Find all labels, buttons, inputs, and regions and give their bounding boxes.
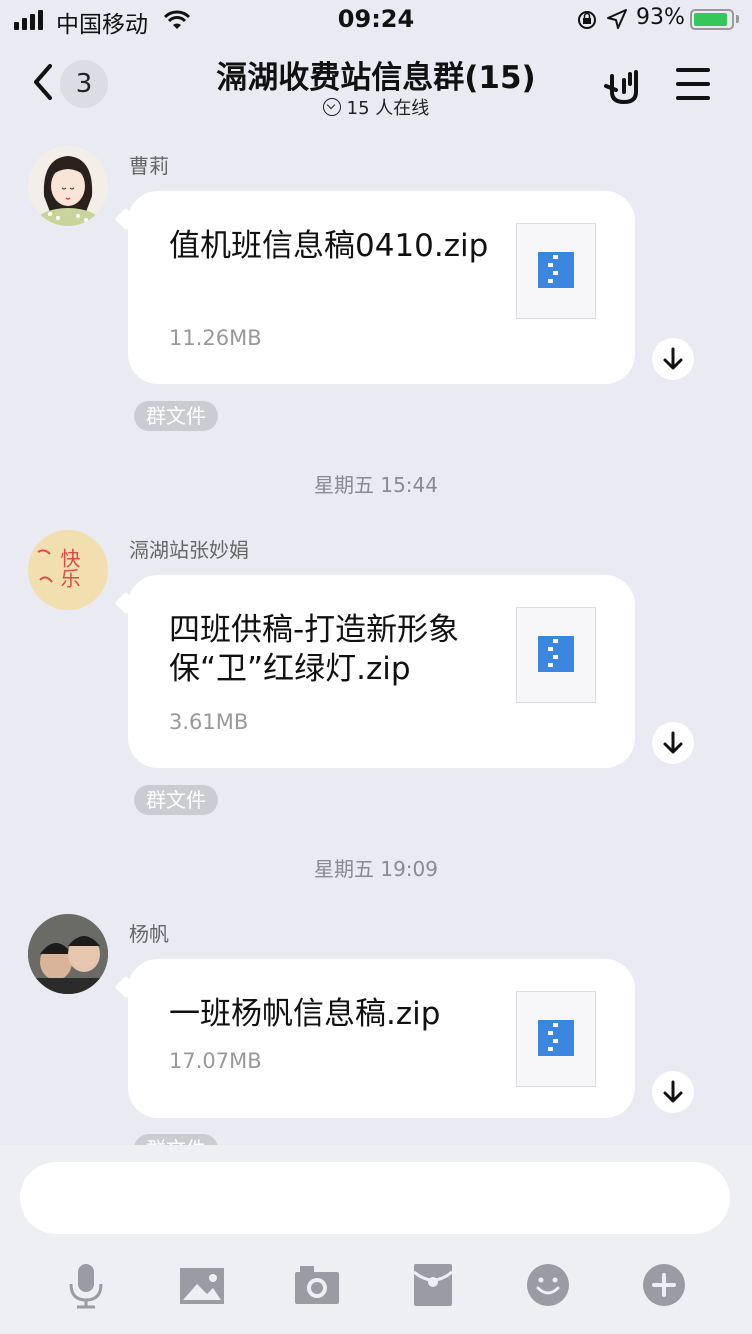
avatar-text: 快乐 — [57, 548, 80, 588]
group-file-tag[interactable]: 群文件 — [134, 785, 218, 815]
status-bar: 中国移动 09:24 93% — [0, 0, 752, 40]
download-icon — [663, 347, 683, 370]
timestamp: 星期五 15:44 — [314, 473, 438, 497]
file-size: 3.61MB — [169, 710, 249, 734]
hand-gesture-icon[interactable] — [602, 62, 646, 106]
download-button[interactable] — [652, 722, 694, 764]
file-message-bubble[interactable]: 四班供稿-打造新形象保“卫”红绿灯.zip 3.61MB — [128, 575, 635, 768]
battery-charging-icon — [690, 9, 734, 30]
avatar[interactable] — [28, 914, 108, 994]
sender-name: 杨帆 — [129, 922, 169, 946]
plus-icon[interactable] — [639, 1260, 689, 1310]
file-size: 17.07MB — [169, 1049, 262, 1073]
timestamp: 星期五 19:09 — [314, 857, 438, 881]
microphone-icon[interactable] — [61, 1260, 111, 1310]
zip-file-icon — [516, 607, 596, 703]
online-count: 15 人在线 — [346, 98, 430, 119]
menu-icon[interactable] — [676, 68, 710, 110]
file-name: 一班杨帆信息稿.zip — [169, 996, 441, 1032]
zip-file-icon — [516, 991, 596, 1087]
download-icon — [663, 1080, 683, 1103]
download-button[interactable] — [652, 1071, 694, 1113]
emoji-icon[interactable] — [523, 1260, 573, 1310]
input-area — [0, 1145, 752, 1334]
download-button[interactable] — [652, 338, 694, 380]
chat-header: 3 滆湖收费站信息群(15) 15 人在线 — [0, 40, 752, 128]
battery-nub — [736, 15, 739, 23]
avatar[interactable] — [28, 146, 108, 226]
download-icon — [663, 731, 683, 754]
sender-name: 滆湖站张妙娟 — [129, 538, 249, 562]
avatar[interactable]: 快乐 — [28, 530, 108, 610]
file-message-bubble[interactable]: 一班杨帆信息稿.zip 17.07MB — [128, 959, 635, 1118]
red-packet-icon[interactable] — [408, 1260, 458, 1310]
chevron-down-icon — [322, 98, 341, 116]
battery-percent: 93% — [636, 5, 685, 30]
message-input[interactable] — [20, 1162, 730, 1234]
sender-name: 曹莉 — [129, 154, 169, 178]
zip-file-icon — [516, 223, 596, 319]
file-name: 四班供稿-打造新形象保“卫”红绿灯.zip — [169, 612, 460, 687]
group-file-tag[interactable]: 群文件 — [134, 401, 218, 431]
camera-icon[interactable] — [292, 1260, 342, 1310]
location-icon — [607, 9, 627, 29]
image-icon[interactable] — [177, 1260, 227, 1310]
file-name: 值机班信息稿0410.zip — [169, 228, 489, 264]
file-message-bubble[interactable]: 值机班信息稿0410.zip 11.26MB — [128, 191, 635, 384]
rotation-lock-icon — [578, 11, 596, 29]
file-size: 11.26MB — [169, 326, 262, 350]
